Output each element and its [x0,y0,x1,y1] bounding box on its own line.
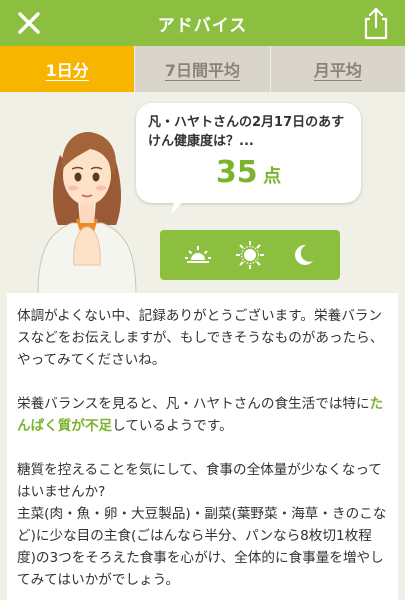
tab-7day-average[interactable]: 7日間平均 [134,46,271,92]
score-value: 35 [215,155,258,190]
score-unit: 点 [263,166,282,187]
health-score: 35 点 [148,155,349,190]
app-header: アドバイス [0,0,405,46]
tab-monthly-average[interactable]: 月平均 [270,46,405,92]
page-title: アドバイス [157,15,248,36]
period-tabs: 1日分 7日間平均 月平均 [0,46,405,92]
score-bubble: 凡・ハヤトさんの2月17日のあすけん健康度は？... 35 点 [136,103,361,203]
tab-1day[interactable]: 1日分 [0,46,135,92]
sunrise-icon[interactable] [183,240,213,270]
share-icon[interactable] [361,6,391,40]
moon-icon[interactable] [288,240,318,270]
advice-paragraph-2: 栄養バランスを見ると、凡・ハヤトさんの食生活では特にたんぱく質が不足しているよう… [17,396,384,434]
advice-paragraph-3: 糖質を控えることを気にして、食事の全体量が少なくなってはいませんか? [17,462,382,500]
score-question: 凡・ハヤトさんの2月17日のあすけん健康度は？... [148,115,345,149]
advisor-character [37,132,137,295]
advice-paragraph-1: 体調がよくない中、記録ありがとうございます。栄養バランスなどをお伝えしますが、も… [17,308,384,368]
advice-paragraph-4: 主菜(肉・魚・卵・大豆製品)・副菜(葉野菜・海草・きのこなど)に少な目の主食(ご… [17,506,387,588]
meal-time-selector [160,230,340,280]
sun-icon[interactable] [235,240,265,270]
advice-text: 体調がよくない中、記録ありがとうございます。栄養バランスなどをお伝えしますが、も… [7,293,398,600]
close-icon[interactable] [14,8,44,38]
bubble-tail [170,199,186,216]
